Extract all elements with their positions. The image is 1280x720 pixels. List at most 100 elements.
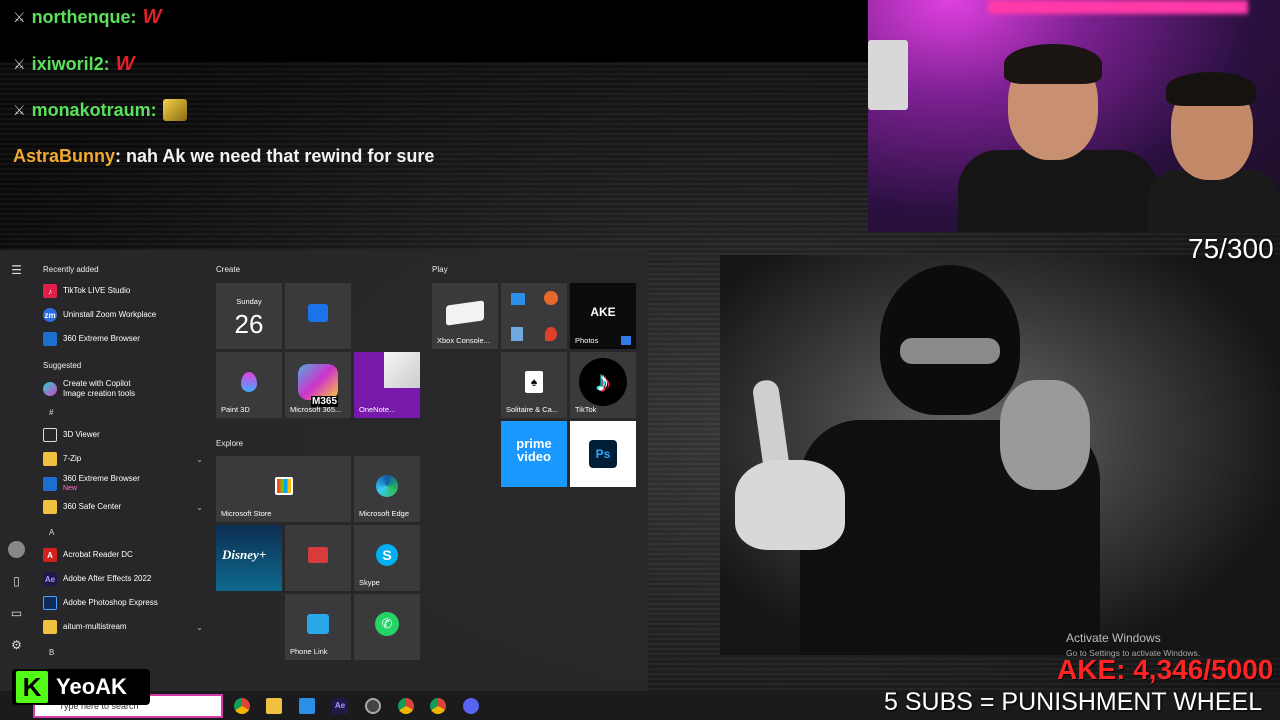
photoshop-express-icon (43, 596, 57, 610)
tile-solitaire[interactable]: ♠ Solitaire & Ca... (501, 352, 567, 418)
start-menu: ☰ ▯ ▭ ⚙ Recently added ♪ TikTok LIVE Stu… (0, 250, 648, 691)
streamer-body (958, 150, 1158, 232)
suggested-heading: Suggested (43, 361, 82, 370)
folder-icon (43, 620, 57, 634)
movies-icon[interactable] (511, 293, 525, 305)
pictures-icon[interactable]: ▭ (8, 605, 25, 622)
tile-prime-video[interactable]: prime video (501, 421, 567, 487)
folder-7zip[interactable]: 7-Zip ⌄ (43, 449, 203, 469)
led-light (988, 0, 1248, 14)
tile-news[interactable] (285, 525, 351, 591)
streamer-hair (1004, 44, 1102, 84)
ake-goal-counter: AKE: 4,346/5000 (1057, 654, 1274, 685)
chat-username: northenque: (31, 7, 137, 27)
app-3d-viewer[interactable]: 3D Viewer (43, 425, 203, 445)
app-tiktok-live-studio[interactable]: ♪ TikTok LIVE Studio (43, 281, 203, 301)
obs-icon[interactable] (365, 698, 381, 714)
goal-counter: 75/300 (1188, 233, 1274, 264)
discord-icon[interactable] (463, 698, 479, 714)
tile-outlook[interactable] (285, 283, 351, 349)
kick-logo-icon: K (16, 671, 48, 703)
tile-tiktok[interactable]: ♪ TikTok (570, 352, 636, 418)
folder-aitum-multistream[interactable]: aitum-multistream ⌄ (43, 617, 203, 637)
photos-preview-text: AKE (590, 305, 616, 319)
suggested-copilot[interactable]: Create with Copilot Image creation tools (43, 378, 203, 400)
zoom-icon: zm (43, 308, 57, 322)
tile-microsoft-edge[interactable]: Microsoft Edge (354, 456, 420, 522)
w-emote-icon: W (115, 53, 135, 75)
chrome-profile-icon[interactable] (398, 698, 414, 714)
calculator-icon[interactable] (511, 327, 523, 341)
copilot-icon (43, 382, 57, 396)
background-monitor (868, 40, 908, 110)
news-icon (308, 546, 328, 563)
documents-icon[interactable]: ▯ (8, 573, 25, 590)
app-acrobat-reader[interactable]: A Acrobat Reader DC (43, 545, 203, 565)
user-avatar-icon[interactable] (8, 541, 25, 558)
group-title-explore: Explore (216, 439, 244, 448)
tile-microsoft-store[interactable]: Microsoft Store (216, 456, 351, 522)
tile-phone-link[interactable]: Phone Link (285, 594, 351, 660)
onenote-page-icon (384, 352, 420, 388)
browser-icon (43, 332, 57, 346)
suggested-subtitle: Image creation tools (63, 389, 136, 398)
video-person-eye-slit (900, 338, 1000, 364)
app-after-effects[interactable]: Ae Adobe After Effects 2022 (43, 569, 203, 589)
folder-360-safe-center[interactable]: 360 Safe Center ⌄ (43, 497, 203, 517)
settings-gear-icon[interactable]: ⚙ (8, 637, 25, 654)
browser-icon (43, 477, 57, 491)
calendar-date: 26 (234, 309, 264, 339)
tile-calendar[interactable]: Sunday 26 (216, 283, 282, 349)
tile-paint-3d[interactable]: Paint 3D (216, 352, 282, 418)
chevron-down-icon: ⌄ (196, 454, 203, 464)
maps-pin-icon[interactable] (545, 327, 557, 341)
tile-xbox-console[interactable]: Xbox Console... (432, 283, 498, 349)
photos-icon (621, 336, 631, 345)
emote-image-icon (162, 99, 187, 121)
kick-channel-name: YeoAK (56, 674, 127, 699)
media-player-icon[interactable] (544, 291, 558, 305)
paint-3d-icon (241, 371, 257, 392)
file-explorer-icon[interactable] (266, 698, 282, 714)
folder-icon (43, 452, 57, 466)
chrome-icon[interactable] (234, 698, 250, 714)
app-360-extreme-browser[interactable]: 360 Extreme Browser (43, 329, 203, 349)
tile-disney-plus[interactable]: Disney+ (216, 525, 282, 591)
tile-skype[interactable]: S Skype (354, 525, 420, 591)
after-effects-taskbar-icon[interactable]: Ae (332, 698, 348, 714)
sword-badge-icon: ⚔ (13, 101, 26, 118)
skype-icon: S (376, 543, 398, 566)
cube-icon (43, 428, 57, 442)
subs-goal-banner: 5 SUBS = PUNISHMENT WHEEL (884, 688, 1263, 716)
app-photoshop-express[interactable]: Adobe Photoshop Express (43, 593, 203, 613)
chat-message-text: : nah Ak we need that rewind for sure (115, 146, 435, 166)
tile-photos[interactable]: AKE Photos (570, 283, 636, 349)
hamburger-menu-icon[interactable]: ☰ (8, 262, 25, 279)
chat-message: AstraBunny: nah Ak we need that rewind f… (13, 146, 434, 167)
phone-link-icon (307, 613, 329, 634)
outlook-icon (308, 303, 328, 322)
letter-heading-a[interactable]: A (49, 528, 54, 537)
chevron-down-icon: ⌄ (196, 622, 203, 632)
start-rail: ☰ ▯ ▭ ⚙ (0, 250, 33, 691)
tile-mini-apps[interactable] (501, 283, 567, 349)
tile-microsoft-365[interactable]: M365 Microsoft 365... (285, 352, 351, 418)
letter-heading-hash[interactable]: # (49, 408, 53, 417)
recently-added-heading: Recently added (43, 265, 99, 274)
letter-heading-b[interactable]: B (49, 648, 54, 657)
tile-whatsapp[interactable]: ✆ (354, 594, 420, 660)
app-360-extreme-browser-2[interactable]: 360 Extreme Browser New (43, 472, 203, 496)
chrome-profile-2-icon[interactable] (430, 698, 446, 714)
tile-photoshop[interactable]: Ps (570, 421, 636, 487)
sword-badge-icon: ⚔ (13, 9, 26, 25)
app-uninstall-zoom[interactable]: zm Uninstall Zoom Workplace (43, 305, 203, 325)
sword-badge-icon: ⚔ (13, 56, 26, 72)
group-title-play: Play (432, 265, 448, 274)
chat-message: ⚔ northenque: W (13, 6, 161, 29)
after-effects-icon: Ae (43, 572, 57, 586)
calendar-day: Sunday (236, 297, 262, 306)
whatsapp-icon: ✆ (375, 611, 399, 636)
store-icon[interactable] (299, 698, 315, 714)
w-emote-icon: W (142, 6, 162, 28)
tile-onenote[interactable]: OneNote... (354, 352, 420, 418)
